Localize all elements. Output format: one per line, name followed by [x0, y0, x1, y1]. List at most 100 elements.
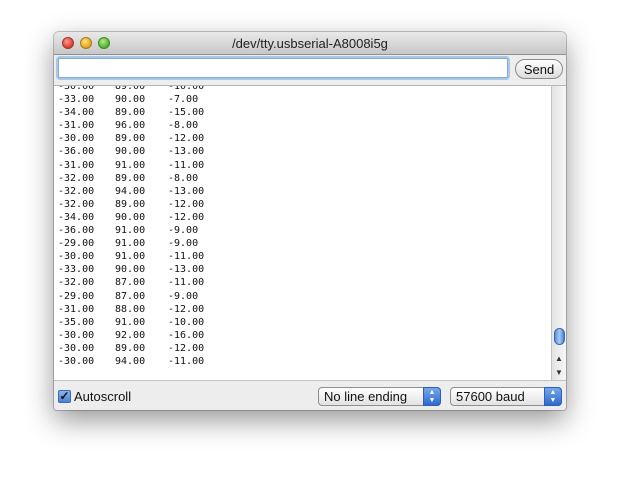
output-value: -33.00 — [58, 94, 95, 106]
output-value: 87.00 — [115, 290, 146, 302]
output-value: -9.00 — [168, 238, 199, 250]
output-value: -15.00 — [168, 107, 205, 119]
output-value: 88.00 — [115, 303, 146, 315]
output-value: -12.00 — [168, 198, 205, 210]
output-value: -29.00 — [58, 238, 95, 250]
output-value: 89.00 — [115, 172, 146, 184]
output-value: -11.00 — [168, 251, 205, 263]
output-value: -30.00 — [58, 342, 95, 354]
output-line: -36.00 90.00 -13.00 — [58, 145, 228, 158]
output-value: -10.00 — [168, 316, 205, 328]
output-line: -35.00 91.00 -10.00 — [58, 316, 228, 329]
output-value: -9.00 — [168, 225, 199, 237]
output-value: 94.00 — [115, 185, 146, 197]
output-line: -33.00 90.00 -13.00 — [58, 263, 228, 276]
output-value: -30.00 — [58, 85, 95, 92]
output-value: 89.00 — [115, 133, 146, 145]
output-line: -32.00 89.00 -12.00 — [58, 198, 228, 211]
output-line: -31.00 91.00 -11.00 — [58, 159, 228, 172]
output-value: 91.00 — [115, 238, 146, 250]
serial-monitor-window: /dev/tty.usbserial-A8008i5g Send -30.00 … — [54, 32, 566, 410]
output-line: -36.00 91.00 -9.00 — [58, 224, 228, 237]
line-ending-value: No line ending — [324, 389, 408, 404]
output-value: -35.00 — [58, 316, 95, 328]
autoscroll-checkbox[interactable]: ✓ — [58, 390, 71, 403]
output-line: -32.00 87.00 -11.00 — [58, 276, 228, 289]
output-line: -30.00 92.00 -16.00 — [58, 329, 228, 342]
output-value: -36.00 — [58, 225, 95, 237]
output-value: 94.00 — [115, 355, 146, 367]
output-line: -30.00 91.00 -11.00 — [58, 250, 228, 263]
output-value: 91.00 — [115, 251, 146, 263]
vertical-scrollbar[interactable]: ▲ ▼ — [551, 85, 566, 380]
output-value: 87.00 — [115, 277, 146, 289]
output-value: 90.00 — [115, 146, 146, 158]
up-down-arrows-icon: ▲ ▼ — [544, 387, 562, 406]
checkmark-icon: ✓ — [59, 389, 70, 403]
output-value: -8.00 — [168, 120, 199, 132]
serial-output[interactable]: -30.00 89.00 -10.00 -33.00 90.00 -7.00 -34.… — [54, 85, 551, 381]
output-value: 89.00 — [115, 342, 146, 354]
scroll-down-arrow-icon[interactable]: ▼ — [552, 366, 566, 380]
output-value: -31.00 — [58, 120, 95, 132]
output-value: -36.00 — [58, 146, 95, 158]
output-value: 90.00 — [115, 211, 146, 223]
output-value: -7.00 — [168, 94, 199, 106]
output-value: -9.00 — [168, 290, 199, 302]
scroll-up-arrow-icon[interactable]: ▲ — [552, 352, 566, 366]
output-value: -30.00 — [58, 329, 95, 341]
output-value: -30.00 — [58, 355, 95, 367]
output-value: -12.00 — [168, 303, 205, 315]
output-value: 90.00 — [115, 264, 146, 276]
autoscroll-label: Autoscroll — [74, 389, 132, 404]
output-value: 92.00 — [115, 329, 146, 341]
output-value: -8.00 — [168, 172, 199, 184]
output-value: -29.00 — [58, 290, 95, 302]
output-value: -12.00 — [168, 211, 205, 223]
output-value: -34.00 — [58, 211, 95, 223]
output-value: -11.00 — [168, 159, 205, 171]
output-line: -31.00 96.00 -8.00 — [58, 119, 228, 132]
output-value: 89.00 — [115, 85, 146, 92]
output-value: -11.00 — [168, 277, 205, 289]
output-value: 91.00 — [115, 225, 146, 237]
output-line: -34.00 89.00 -15.00 — [58, 106, 228, 119]
output-value: -32.00 — [58, 198, 95, 210]
output-value: 91.00 — [115, 316, 146, 328]
output-value: -30.00 — [58, 251, 95, 263]
baud-rate-select[interactable]: 57600 baud ▲ ▼ — [450, 387, 562, 406]
output-value: -16.00 — [168, 329, 205, 341]
send-button[interactable]: Send — [515, 59, 563, 79]
window-title: /dev/tty.usbserial-A8008i5g — [232, 36, 388, 51]
output-value: 89.00 — [115, 107, 146, 119]
output-value: 89.00 — [115, 198, 146, 210]
output-value: 91.00 — [115, 159, 146, 171]
output-lines: -30.00 89.00 -10.00 -33.00 90.00 -7.00 -34.… — [58, 85, 228, 368]
bottom-bar: ✓ Autoscroll No line ending ▲ ▼ 57600 bau… — [54, 380, 566, 410]
up-down-arrows-icon: ▲ ▼ — [423, 387, 441, 406]
output-value: -33.00 — [58, 264, 95, 276]
line-ending-select[interactable]: No line ending ▲ ▼ — [318, 387, 441, 406]
output-value: -11.00 — [168, 355, 205, 367]
output-value: -10.00 — [168, 85, 205, 92]
output-value: -32.00 — [58, 277, 95, 289]
output-line: -34.00 90.00 -12.00 — [58, 211, 228, 224]
output-line: -32.00 89.00 -8.00 — [58, 172, 228, 185]
output-value: -30.00 — [58, 133, 95, 145]
output-value: -12.00 — [168, 133, 205, 145]
command-input[interactable] — [58, 58, 508, 78]
output-line: -29.00 87.00 -9.00 — [58, 290, 228, 303]
output-value: 96.00 — [115, 120, 146, 132]
output-value: -13.00 — [168, 264, 205, 276]
baud-rate-value: 57600 baud — [456, 389, 525, 404]
output-line: -30.00 94.00 -11.00 — [58, 355, 228, 368]
title-bar[interactable]: /dev/tty.usbserial-A8008i5g — [54, 32, 566, 55]
output-value: -13.00 — [168, 185, 205, 197]
output-value: -13.00 — [168, 146, 205, 158]
output-line: -30.00 89.00 -12.00 — [58, 342, 228, 355]
output-line: -30.00 89.00 -10.00 — [58, 85, 228, 93]
autoscroll-control[interactable]: ✓ Autoscroll — [58, 389, 131, 404]
output-value: -34.00 — [58, 107, 95, 119]
output-value: -31.00 — [58, 303, 95, 315]
scrollbar-thumb[interactable] — [554, 327, 565, 345]
